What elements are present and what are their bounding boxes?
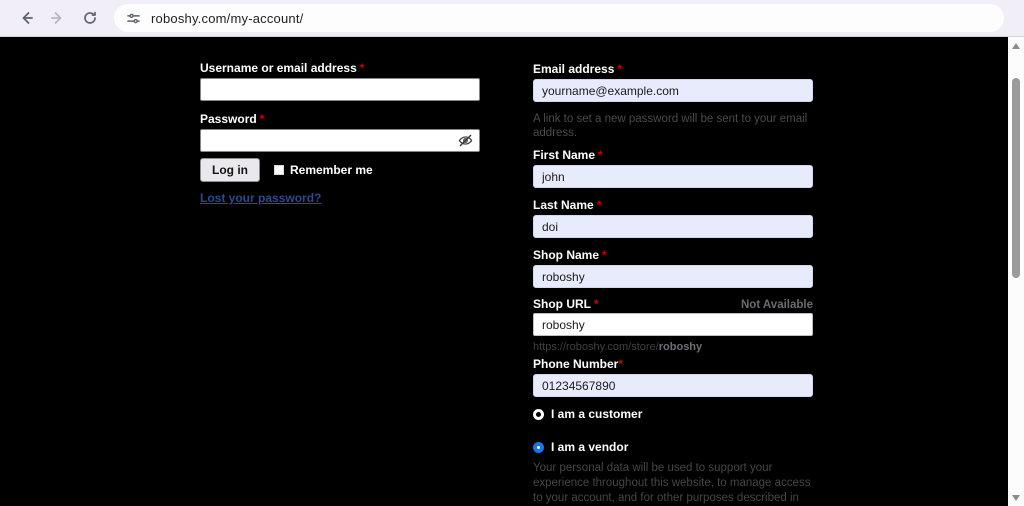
- checkbox-icon[interactable]: [274, 165, 284, 175]
- register-form: Email address* A link to set a new passw…: [533, 63, 813, 506]
- required-asterisk: *: [594, 297, 599, 311]
- required-asterisk: *: [260, 112, 265, 126]
- login-button[interactable]: Log in: [200, 158, 260, 182]
- username-label: Username or email address*: [200, 62, 480, 75]
- lost-password-link[interactable]: Lost your password?: [200, 191, 321, 205]
- last-name-label: Last Name*: [533, 199, 813, 212]
- remember-me-label: Remember me: [290, 163, 373, 177]
- email-helper-text: A link to set a new password will be sen…: [533, 112, 813, 140]
- back-icon[interactable]: [12, 4, 40, 32]
- url-text[interactable]: roboshy.com/my-account/: [151, 11, 303, 26]
- required-asterisk: *: [597, 198, 602, 212]
- page-content: Username or email address* Password* Log…: [0, 37, 1008, 506]
- password-input[interactable]: [200, 129, 480, 152]
- username-input[interactable]: [200, 78, 480, 101]
- shop-name-input[interactable]: [533, 265, 813, 288]
- email-input[interactable]: [533, 79, 813, 102]
- required-asterisk: *: [360, 61, 365, 75]
- url-bar[interactable]: roboshy.com/my-account/: [114, 4, 1004, 32]
- email-label: Email address*: [533, 63, 813, 76]
- site-settings-icon[interactable]: [126, 11, 141, 26]
- password-label: Password*: [200, 113, 480, 126]
- shop-name-label: Shop Name*: [533, 249, 813, 262]
- vertical-scrollbar[interactable]: [1008, 37, 1024, 506]
- role-vendor-radio[interactable]: I am a vendor: [533, 440, 813, 454]
- required-asterisk: *: [602, 248, 607, 262]
- privacy-notice: Your personal data will be used to suppo…: [533, 461, 817, 506]
- phone-input[interactable]: [533, 374, 813, 397]
- radio-on-icon[interactable]: [533, 442, 544, 453]
- required-asterisk: *: [617, 62, 622, 76]
- first-name-input[interactable]: [533, 165, 813, 188]
- scroll-down-icon[interactable]: [1008, 491, 1024, 505]
- forward-icon[interactable]: [44, 4, 72, 32]
- shop-url-preview: https://roboshy.com/store/roboshy: [533, 341, 813, 353]
- scrollbar-thumb[interactable]: [1012, 78, 1020, 278]
- required-asterisk: *: [618, 357, 623, 371]
- radio-off-icon[interactable]: [533, 409, 544, 420]
- role-customer-label: I am a customer: [551, 407, 642, 421]
- eye-slash-icon[interactable]: [458, 133, 473, 153]
- browser-toolbar: roboshy.com/my-account/: [0, 0, 1024, 37]
- reload-icon[interactable]: [76, 4, 104, 32]
- phone-label: Phone Number*: [533, 358, 813, 371]
- shop-url-input[interactable]: [533, 313, 813, 336]
- last-name-input[interactable]: [533, 215, 813, 238]
- scroll-up-icon[interactable]: [1008, 39, 1024, 53]
- role-customer-radio[interactable]: I am a customer: [533, 407, 813, 421]
- first-name-label: First Name*: [533, 149, 813, 162]
- login-form: Username or email address* Password* Log…: [200, 62, 480, 207]
- required-asterisk: *: [598, 148, 603, 162]
- shop-url-label: Shop URL*: [533, 298, 599, 311]
- shop-url-status: Not Available: [741, 299, 813, 311]
- remember-me-checkbox[interactable]: Remember me: [274, 163, 373, 177]
- role-vendor-label: I am a vendor: [551, 440, 628, 454]
- browser-window: roboshy.com/my-account/ Username or emai…: [0, 0, 1024, 506]
